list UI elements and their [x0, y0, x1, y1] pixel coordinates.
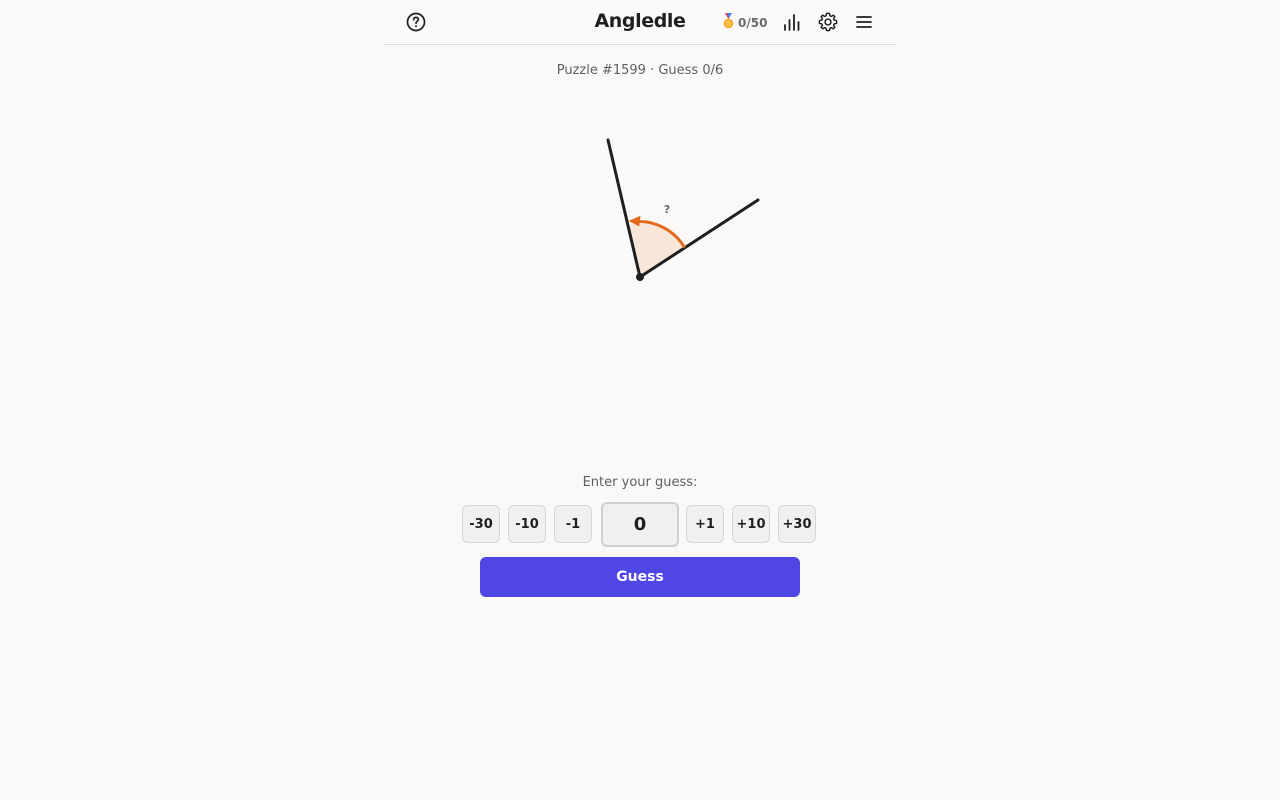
- decrement-30-button[interactable]: -30: [462, 505, 500, 543]
- guess-input[interactable]: [601, 502, 679, 547]
- menu-button[interactable]: [850, 8, 878, 36]
- stats-button[interactable]: [778, 8, 806, 36]
- angle-diagram: ?: [606, 138, 760, 281]
- score-text: 0/50: [738, 15, 768, 30]
- puzzle-status: Puzzle #1599 · Guess 0/6: [556, 63, 724, 78]
- guess-prompt: Enter your guess:: [582, 475, 698, 490]
- help-button[interactable]: [402, 8, 430, 36]
- hamburger-menu-icon: [856, 16, 872, 28]
- header-bar: Angledle 0/50: [384, 0, 896, 45]
- unknown-angle-label: ?: [664, 203, 670, 216]
- increment-30-button[interactable]: +30: [778, 505, 816, 543]
- gear-icon: [818, 12, 838, 32]
- app-root: Angledle 0/50 Puzzle #1599 · Guess 0/6 ?…: [0, 0, 1280, 800]
- increment-10-button[interactable]: +10: [732, 505, 770, 543]
- decrement-1-button[interactable]: -1: [554, 505, 592, 543]
- guess-submit-button[interactable]: Guess: [480, 557, 800, 597]
- score-display[interactable]: 0/50: [722, 13, 767, 32]
- bar-chart-icon: [784, 14, 800, 31]
- angle-vertex: [636, 273, 644, 281]
- help-circle-icon: [406, 12, 426, 32]
- settings-button[interactable]: [814, 8, 842, 36]
- increment-1-button[interactable]: +1: [686, 505, 724, 543]
- medal-icon: [722, 13, 735, 32]
- decrement-10-button[interactable]: -10: [508, 505, 546, 543]
- angle-arm-left: [606, 138, 642, 279]
